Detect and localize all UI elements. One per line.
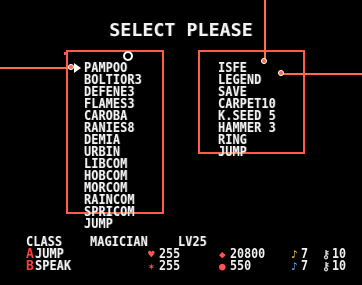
spell-list: PAMPOO BOLTIOR3 DEFENE3 FLAMES3 CAROBA R…	[84, 62, 160, 231]
right-arrow-cursor-icon	[74, 63, 81, 73]
coin-icon: ●	[219, 260, 226, 273]
level-value: LV25	[178, 235, 207, 250]
bell-2-value: 7	[301, 259, 309, 274]
status-bar: CLASS MAGICIAN LV25 A JUMP B SPEAK ♥ 255…	[0, 226, 362, 285]
b-button-action: SPEAK	[35, 259, 72, 274]
key-icon: ⚷	[322, 260, 331, 273]
left-callout-pointer-icon	[68, 64, 74, 70]
magic-icon: ✶	[148, 260, 155, 273]
right-callout-line	[282, 73, 362, 75]
mp-value: 255	[159, 259, 181, 274]
b-button-label: B	[26, 259, 34, 274]
key-2-value: 10	[332, 259, 347, 274]
item-list: ISFE LEGEND SAVE CARPET10 K.SEED 5 HAMME…	[218, 62, 300, 159]
top-callout-line	[264, 0, 266, 62]
scroll-marker-icon	[123, 51, 133, 61]
item-jump[interactable]: JUMP	[218, 146, 292, 159]
left-callout-line	[0, 67, 72, 69]
game-screen: SELECT PLEASE PAMPOO BOLTIOR3 DEFENE3 FL…	[0, 0, 362, 285]
menu-title: SELECT PLEASE	[109, 20, 253, 41]
bell-icon: ♪	[291, 260, 298, 273]
coin-value: 550	[230, 259, 252, 274]
class-value: MAGICIAN	[90, 235, 148, 250]
right-callout-pointer-icon	[278, 70, 284, 76]
top-callout-pointer-icon	[261, 58, 267, 64]
